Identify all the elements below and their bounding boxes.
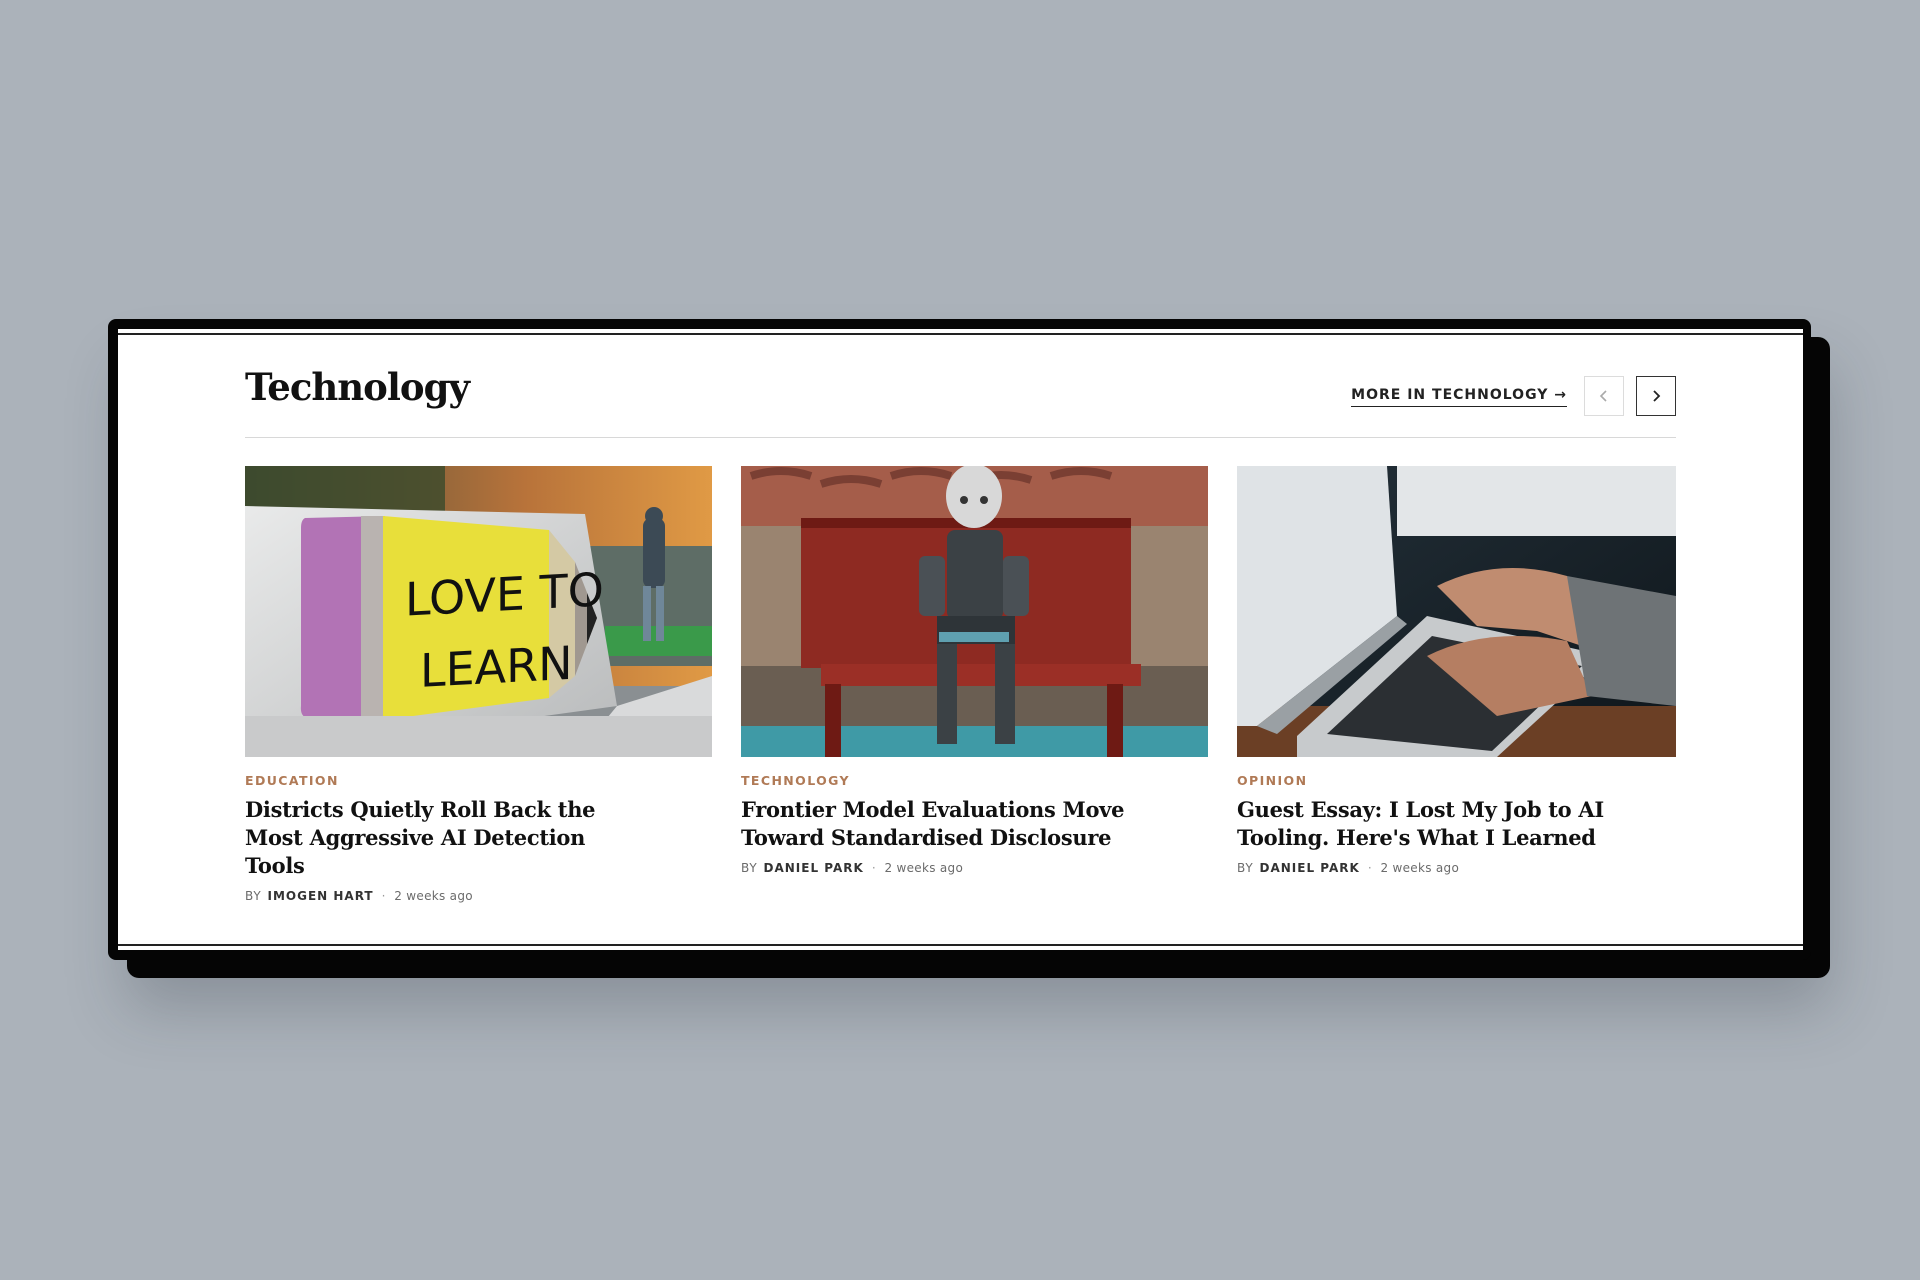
article-image-robot-bench[interactable] [741,466,1208,757]
chevron-right-icon [1653,390,1661,402]
previous-button[interactable] [1584,376,1624,416]
pencil-sign-text-line2: LEARN [420,636,572,698]
article-card[interactable]: LOVE TO LEARN EDUCATION Districts Quietl… [245,466,712,903]
article-headline[interactable]: Frontier Model Evaluations Move Toward S… [741,796,1131,852]
byline-separator: · [1367,861,1373,875]
article-author[interactable]: DANIEL PARK [1260,861,1360,875]
more-in-technology-link[interactable]: MORE IN TECHNOLOGY → [1351,387,1567,407]
article-image-pencil-sign[interactable]: LOVE TO LEARN [245,466,712,757]
pencil-sign-text-line1: LOVE TO [405,562,604,626]
byline-separator: · [381,889,387,903]
section-title: Technology [245,365,470,409]
article-author[interactable]: DANIEL PARK [764,861,864,875]
chevron-left-icon [1599,390,1607,402]
article-carousel: LOVE TO LEARN EDUCATION Districts Quietl… [245,466,1676,903]
next-button[interactable] [1636,376,1676,416]
article-time: 2 weeks ago [1380,861,1460,875]
article-category[interactable]: EDUCATION [245,773,712,788]
article-category[interactable]: TECHNOLOGY [741,773,1208,788]
article-card[interactable]: OPINION Guest Essay: I Lost My Job to AI… [1237,466,1676,875]
byline-prefix: BY [245,889,262,903]
article-time: 2 weeks ago [884,861,964,875]
article-category[interactable]: OPINION [1237,773,1676,788]
article-card[interactable]: TECHNOLOGY Frontier Model Evaluations Mo… [741,466,1208,875]
article-byline: BY DANIEL PARK · 2 weeks ago [741,861,1208,875]
article-author[interactable]: IMOGEN HART [268,889,374,903]
technology-section: Technology MORE IN TECHNOLOGY → LOVE TO … [118,329,1803,950]
byline-separator: · [871,861,877,875]
article-time: 2 weeks ago [394,889,473,903]
byline-prefix: BY [741,861,758,875]
byline-prefix: BY [1237,861,1254,875]
article-byline: BY DANIEL PARK · 2 weeks ago [1237,861,1676,875]
article-headline[interactable]: Guest Essay: I Lost My Job to AI Tooling… [1237,796,1627,852]
section-header: Technology MORE IN TECHNOLOGY → [245,369,1676,438]
article-headline[interactable]: Districts Quietly Roll Back the Most Agg… [245,796,635,880]
article-image-laptop-typing[interactable] [1237,466,1676,757]
article-byline: BY IMOGEN HART · 2 weeks ago [245,889,712,903]
